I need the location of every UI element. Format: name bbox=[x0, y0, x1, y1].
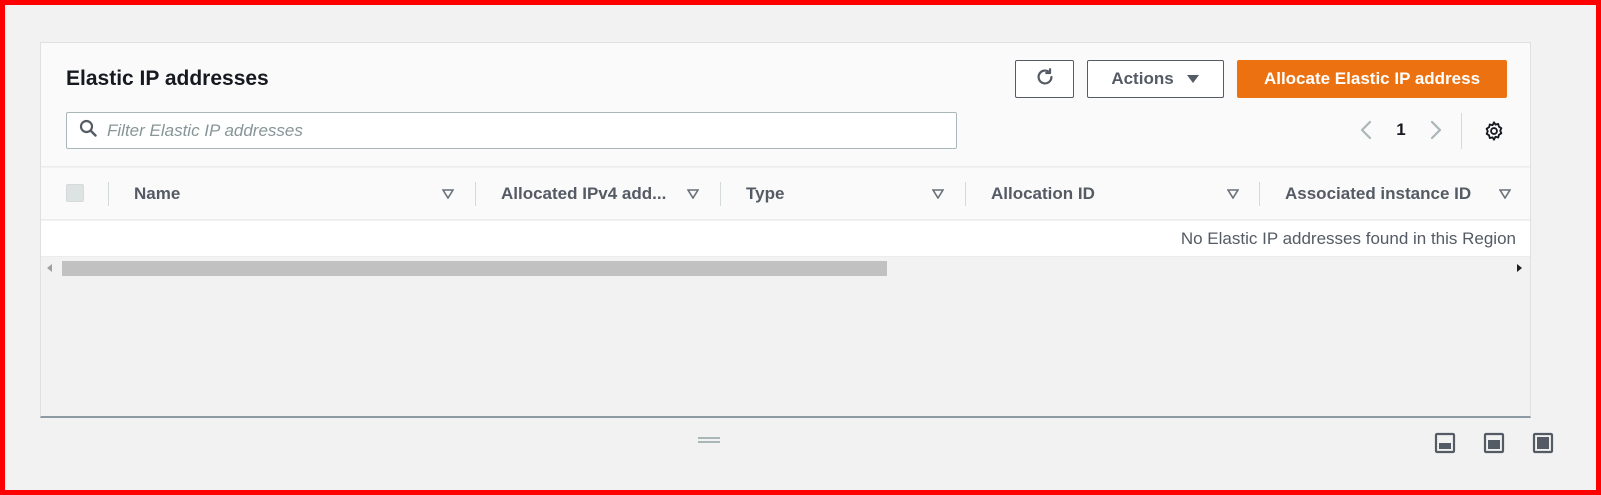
gear-icon[interactable] bbox=[1481, 118, 1507, 144]
sort-icon bbox=[441, 187, 455, 201]
horizontal-scrollbar[interactable] bbox=[41, 258, 1530, 278]
sort-icon bbox=[686, 187, 700, 201]
search-input[interactable] bbox=[107, 120, 947, 141]
page-title: Elastic IP addresses bbox=[66, 67, 269, 90]
panel-header: Elastic IP addresses Actions Allocate El… bbox=[41, 43, 1530, 167]
actions-label: Actions bbox=[1111, 69, 1174, 88]
page-number[interactable]: 1 bbox=[1381, 120, 1421, 140]
column-allocation-id[interactable]: Allocation ID bbox=[966, 168, 1260, 220]
search-icon bbox=[79, 119, 97, 142]
chevron-left-icon[interactable] bbox=[1351, 115, 1381, 145]
allocate-elastic-ip-button[interactable]: Allocate Elastic IP address bbox=[1237, 60, 1507, 98]
sort-icon bbox=[1226, 187, 1240, 201]
empty-table-row: No Elastic IP addresses found in this Re… bbox=[41, 221, 1530, 257]
sort-icon bbox=[931, 187, 945, 201]
empty-message: No Elastic IP addresses found in this Re… bbox=[1180, 229, 1516, 248]
column-name[interactable]: Name bbox=[109, 168, 475, 220]
table-header: Name Allocated IPv4 add... Type Allocati… bbox=[41, 168, 1530, 220]
column-label: Allocation ID bbox=[991, 184, 1095, 203]
scroll-left-icon[interactable] bbox=[47, 264, 52, 272]
fullscreen-icon[interactable] bbox=[1532, 432, 1554, 454]
column-type[interactable]: Type bbox=[721, 168, 965, 220]
refresh-button[interactable] bbox=[1015, 60, 1074, 98]
elastic-ip-panel: Elastic IP addresses Actions Allocate El… bbox=[40, 42, 1531, 418]
pager-divider bbox=[1461, 113, 1462, 149]
select-all-checkbox[interactable] bbox=[66, 184, 84, 202]
refresh-icon bbox=[1034, 66, 1056, 93]
pagination: 1 bbox=[1351, 115, 1451, 145]
allocate-button-label: Allocate Elastic IP address bbox=[1263, 69, 1481, 88]
caret-down-icon bbox=[1186, 69, 1200, 89]
search-field[interactable] bbox=[66, 112, 957, 149]
column-label: Allocated IPv4 add... bbox=[501, 184, 667, 203]
sort-icon bbox=[1498, 187, 1512, 201]
split-bottom-icon[interactable] bbox=[1434, 432, 1456, 454]
split-side-icon[interactable] bbox=[1483, 432, 1505, 454]
resize-handle[interactable] bbox=[698, 437, 720, 443]
column-label: Name bbox=[134, 184, 181, 203]
scroll-right-icon[interactable] bbox=[1517, 264, 1522, 272]
column-allocated-ipv4[interactable]: Allocated IPv4 add... bbox=[476, 168, 720, 220]
column-label: Type bbox=[746, 184, 785, 203]
chevron-right-icon[interactable] bbox=[1421, 115, 1451, 145]
actions-button[interactable]: Actions bbox=[1087, 60, 1224, 98]
scrollbar-thumb[interactable] bbox=[62, 261, 887, 276]
column-associated-instance-id[interactable]: Associated instance ID bbox=[1260, 168, 1532, 220]
column-label: Associated instance ID bbox=[1285, 184, 1472, 203]
